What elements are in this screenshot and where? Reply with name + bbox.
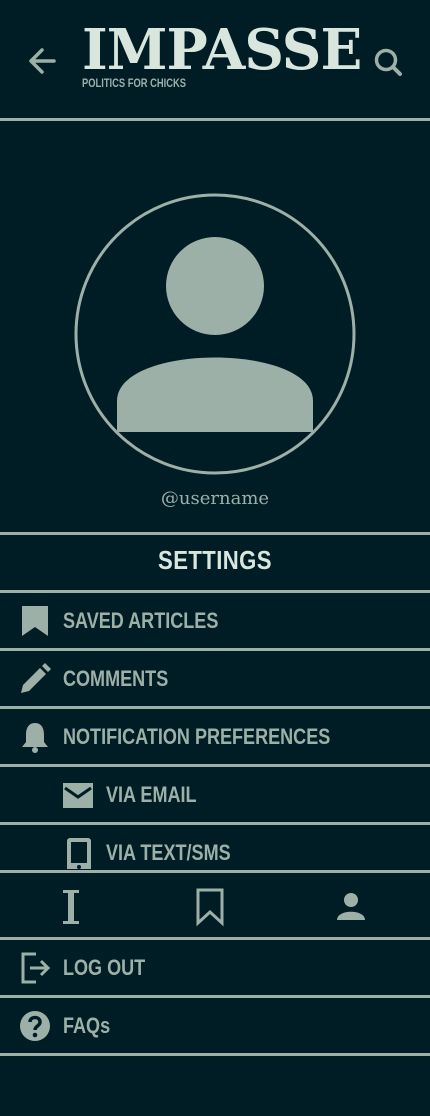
menu-item-comments[interactable]: COMMENTS — [0, 651, 430, 706]
menu-item-label: SAVED ARTICLES — [63, 608, 219, 633]
logo-title: IMPASSE — [82, 17, 362, 83]
pencil-icon — [21, 663, 51, 693]
menu-item-label: NOTIFICATION PREFERENCES — [63, 724, 331, 749]
bookmark-icon — [22, 606, 48, 636]
menu-divider — [0, 1053, 430, 1056]
user-avatar-icon — [74, 193, 356, 475]
arrow-left-icon — [29, 48, 56, 74]
menu-item-saved-articles[interactable]: SAVED ARTICLES — [0, 593, 430, 648]
bell-icon — [22, 723, 48, 753]
menu-item-label: VIA EMAIL — [106, 782, 197, 807]
header-divider — [0, 118, 430, 121]
bottom-tab-bar — [0, 873, 430, 937]
user-avatar[interactable] — [74, 193, 356, 475]
profile-divider — [0, 532, 430, 535]
question-circle-icon — [20, 1011, 50, 1041]
tab-home[interactable] — [51, 887, 91, 927]
menu-item-label: VIA TEXT/SMS — [106, 840, 231, 865]
back-button[interactable] — [26, 44, 60, 78]
app-header: IMPASSE POLITICS FOR CHICKS — [0, 0, 430, 118]
person-icon — [337, 893, 365, 920]
search-button[interactable] — [372, 46, 404, 78]
logout-icon — [21, 952, 51, 984]
envelope-icon — [63, 783, 93, 808]
bookmark-outline-icon — [196, 888, 224, 927]
menu-item-log-out[interactable]: LOG OUT — [0, 940, 430, 995]
settings-title: SETTINGS — [158, 545, 272, 575]
menu-item-label: COMMENTS — [63, 666, 169, 691]
menu-item-faqs[interactable]: FAQs — [0, 998, 430, 1053]
impasse-i-icon — [63, 890, 79, 924]
tab-saved[interactable] — [190, 887, 230, 927]
logo-tagline: POLITICS FOR CHICKS — [82, 76, 187, 90]
username: @username — [160, 488, 270, 509]
menu-item-notification-preferences[interactable]: NOTIFICATION PREFERENCES — [0, 709, 430, 764]
menu-item-label: FAQs — [63, 1013, 111, 1038]
tab-profile[interactable] — [331, 887, 371, 927]
menu-item-via-email[interactable]: VIA EMAIL — [0, 767, 430, 822]
search-icon — [374, 48, 402, 76]
menu-item-label: LOG OUT — [63, 955, 146, 980]
phone-icon — [67, 838, 91, 869]
menu-item-via-text-sms[interactable]: VIA TEXT/SMS — [0, 825, 430, 870]
app-logo[interactable]: IMPASSE POLITICS FOR CHICKS — [82, 17, 362, 90]
